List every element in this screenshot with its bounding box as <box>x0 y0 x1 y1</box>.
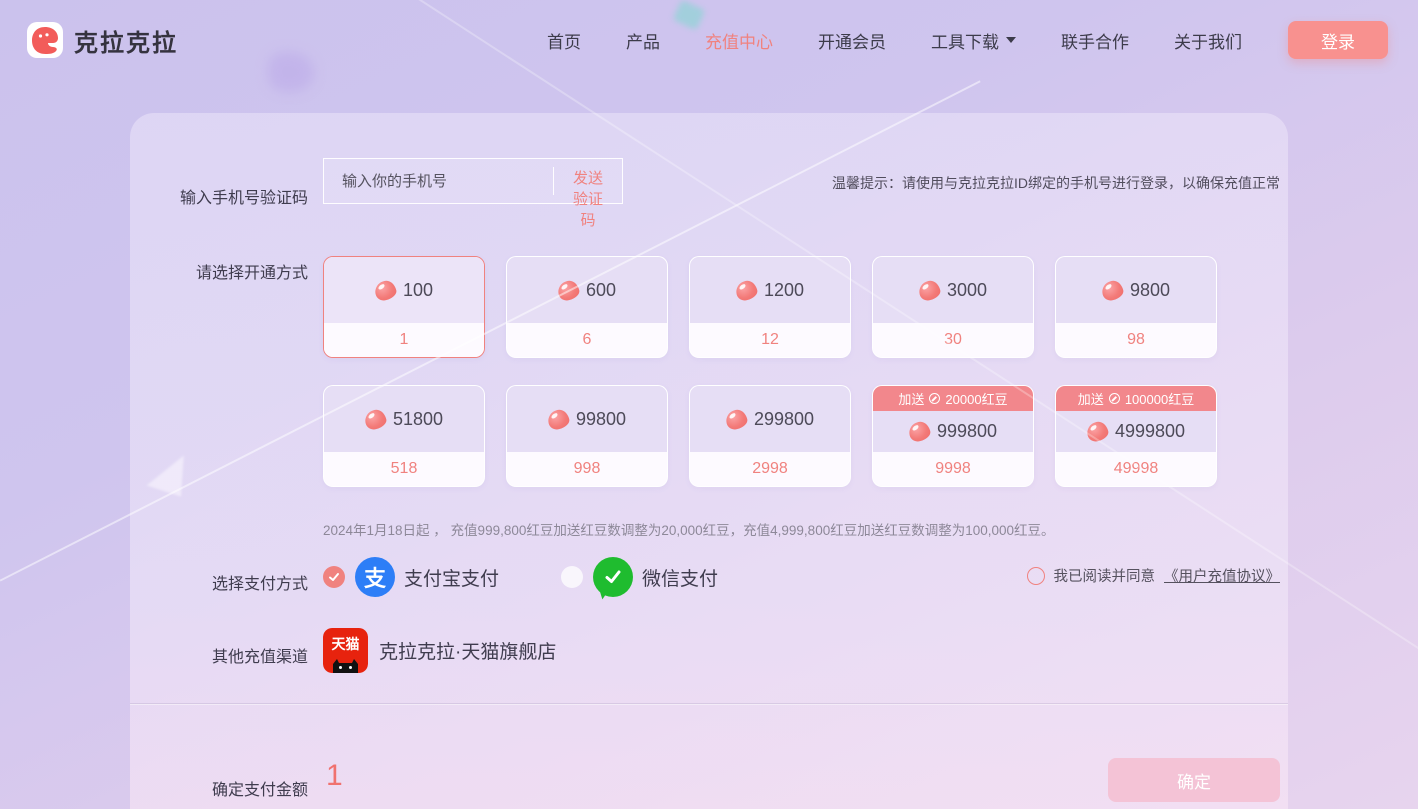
red-bean-icon <box>363 407 388 431</box>
bean-amount: 99800 <box>576 409 626 430</box>
tmall-store-link[interactable]: 克拉克拉·天猫旗舰店 <box>379 637 556 664</box>
login-tip-text: 温馨提示：请使用与克拉克拉ID绑定的手机号进行登录，以确保充值正常 <box>832 173 1280 193</box>
red-bean-icon <box>546 407 571 431</box>
bonus-badge: 加送 100000红豆 <box>1056 386 1216 411</box>
payment-methods: 支 支付宝支付 微信支付 <box>323 557 718 597</box>
bean-amount: 600 <box>586 280 616 301</box>
phone-section-label: 输入手机号验证码 <box>130 184 308 208</box>
bean-amount: 100 <box>403 280 433 301</box>
login-button[interactable]: 登录 <box>1288 21 1388 59</box>
red-bean-icon <box>734 278 759 302</box>
nav-item-tools-download[interactable]: 工具下载 <box>931 28 1016 53</box>
nav-item-membership[interactable]: 开通会员 <box>818 28 886 53</box>
package-card-with-bonus[interactable]: 加送 100000红豆 4999800 49998 <box>1055 385 1217 487</box>
package-card[interactable]: 299800 2998 <box>689 385 851 487</box>
bean-amount: 9800 <box>1130 280 1170 301</box>
nav-item-products[interactable]: 产品 <box>626 28 660 53</box>
payment-section-label: 选择支付方式 <box>130 570 308 594</box>
top-nav-bar: 克拉克拉 首页 产品 充值中心 开通会员 工具下载 联手合作 关于我们 登录 <box>0 0 1418 80</box>
bonus-badge: 加送 20000红豆 <box>873 386 1033 411</box>
agreement-row: 我已阅读并同意 《用户充值协议》 <box>1027 565 1281 586</box>
agreement-radio-unchecked[interactable] <box>1027 567 1045 585</box>
nav-item-home[interactable]: 首页 <box>547 28 581 53</box>
red-bean-icon <box>917 278 942 302</box>
agreement-text: 我已阅读并同意 <box>1054 565 1156 586</box>
phone-number-input[interactable] <box>324 159 553 203</box>
bean-amount: 3000 <box>947 280 987 301</box>
package-price: 1 <box>324 323 484 357</box>
red-bean-icon <box>1085 420 1110 444</box>
recharge-panel: 输入手机号验证码 发送验证码 温馨提示：请使用与克拉克拉ID绑定的手机号进行登录… <box>130 113 1288 809</box>
nav-item-cooperation[interactable]: 联手合作 <box>1061 28 1129 53</box>
pay-amount-value: 1 <box>326 759 343 793</box>
package-price: 518 <box>324 452 484 486</box>
app-logo-icon <box>26 21 64 59</box>
other-channels: 天猫 克拉克拉·天猫旗舰店 <box>323 628 556 673</box>
chevron-down-icon <box>1006 37 1016 43</box>
bean-amount: 999800 <box>937 421 997 442</box>
recharge-page: 克拉克拉 首页 产品 充值中心 开通会员 工具下载 联手合作 关于我们 登录 输… <box>0 0 1418 809</box>
alipay-icon: 支 <box>355 557 395 597</box>
bean-amount: 1200 <box>764 280 804 301</box>
wechat-radio-unchecked[interactable] <box>561 566 583 588</box>
package-card[interactable]: 600 6 <box>506 256 668 358</box>
brand[interactable]: 克拉克拉 <box>26 21 178 59</box>
bonus-adjustment-note: 2024年1月18日起 ， 充值999,800红豆加送红豆数调整为20,000红… <box>323 519 1055 539</box>
package-price: 6 <box>507 323 667 357</box>
brand-name: 克拉克拉 <box>74 23 178 58</box>
bean-coin-icon <box>1109 393 1120 404</box>
package-card[interactable]: 99800 998 <box>506 385 668 487</box>
bean-amount: 299800 <box>754 409 814 430</box>
send-verification-code-button[interactable]: 发送验证码 <box>553 167 622 195</box>
red-bean-icon <box>373 278 398 302</box>
red-bean-icon <box>724 407 749 431</box>
recharge-agreement-link[interactable]: 《用户充值协议》 <box>1164 565 1280 586</box>
alipay-radio-checked[interactable] <box>323 566 345 588</box>
package-card[interactable]: 9800 98 <box>1055 256 1217 358</box>
package-grid-row-1: 100 1 600 6 1200 12 3000 30 9800 98 <box>323 256 1217 358</box>
tmall-icon: 天猫 <box>323 628 368 673</box>
packages-section-label: 请选择开通方式 <box>130 259 308 283</box>
package-card[interactable]: 100 1 <box>323 256 485 358</box>
package-price: 30 <box>873 323 1033 357</box>
package-price: 98 <box>1056 323 1216 357</box>
channels-section-label: 其他充值渠道 <box>130 643 308 667</box>
alipay-label[interactable]: 支付宝支付 <box>404 564 499 591</box>
section-divider <box>130 703 1288 704</box>
bean-coin-icon <box>929 393 940 404</box>
wechat-label[interactable]: 微信支付 <box>642 564 718 591</box>
wechat-pay-icon <box>593 557 633 597</box>
package-card[interactable]: 51800 518 <box>323 385 485 487</box>
package-price: 49998 <box>1056 452 1216 486</box>
package-price: 2998 <box>690 452 850 486</box>
bean-amount: 51800 <box>393 409 443 430</box>
package-price: 12 <box>690 323 850 357</box>
main-nav: 首页 产品 充值中心 开通会员 工具下载 联手合作 关于我们 <box>547 28 1242 53</box>
red-bean-icon <box>907 420 932 444</box>
checkmark-icon <box>328 571 340 583</box>
package-card-with-bonus[interactable]: 加送 20000红豆 999800 9998 <box>872 385 1034 487</box>
package-grid-row-2: 51800 518 99800 998 299800 2998 加送 20000… <box>323 385 1217 487</box>
package-card[interactable]: 3000 30 <box>872 256 1034 358</box>
bean-amount: 4999800 <box>1115 421 1185 442</box>
confirm-button[interactable]: 确定 <box>1108 758 1280 802</box>
package-price: 9998 <box>873 452 1033 486</box>
package-price: 998 <box>507 452 667 486</box>
package-card[interactable]: 1200 12 <box>689 256 851 358</box>
nav-item-about-us[interactable]: 关于我们 <box>1174 28 1242 53</box>
pay-amount-label: 确定支付金额 <box>130 776 308 800</box>
svg-text:天猫: 天猫 <box>332 636 360 652</box>
phone-input-box: 发送验证码 <box>323 158 623 204</box>
nav-item-recharge-center[interactable]: 充值中心 <box>705 28 773 53</box>
red-bean-icon <box>1100 278 1125 302</box>
red-bean-icon <box>556 278 581 302</box>
checkmark-icon <box>603 567 623 587</box>
